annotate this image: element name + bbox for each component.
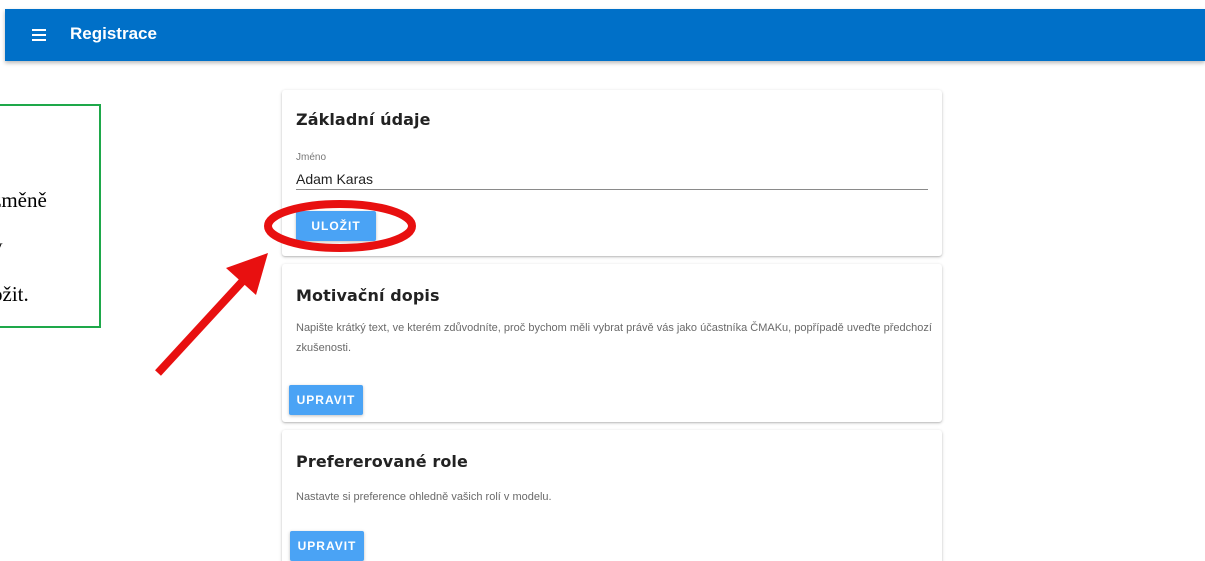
pointer-arrow-head <box>226 253 268 295</box>
motivation-letter-description: Napište krátký text, ve kterém zdůvodnít… <box>296 322 932 354</box>
hamburger-menu-icon[interactable] <box>32 28 51 42</box>
name-field[interactable] <box>296 168 928 190</box>
basic-info-title: Základní údaje <box>296 110 431 129</box>
motivation-letter-card: Motivační dopis Napište krátký text, ve … <box>282 264 942 422</box>
note-line-3: ožit. <box>0 282 29 306</box>
save-button[interactable]: ULOŽIT <box>296 211 376 241</box>
app-bar: Registrace <box>5 9 1205 61</box>
preferred-roles-title: Prefererované role <box>296 452 468 471</box>
note-line-2: y <box>0 234 3 259</box>
app-title: Registrace <box>70 24 157 43</box>
edit-motivation-button[interactable]: UPRAVIT <box>289 385 363 415</box>
motivation-letter-title: Motivační dopis <box>296 286 440 305</box>
instruction-note: změně y ožit. <box>0 104 101 328</box>
basic-info-card: Základní údaje Jméno ULOŽIT <box>282 90 942 256</box>
pointer-arrow-shaft <box>155 268 255 376</box>
preferred-roles-description: Nastavte si preference ohledně vašich ro… <box>296 491 552 503</box>
preferred-roles-card: Prefererované role Nastavte si preferenc… <box>282 430 942 561</box>
edit-roles-button[interactable]: UPRAVIT <box>290 531 364 561</box>
note-line-1: změně <box>0 188 47 212</box>
name-field-label: Jméno <box>296 152 327 163</box>
